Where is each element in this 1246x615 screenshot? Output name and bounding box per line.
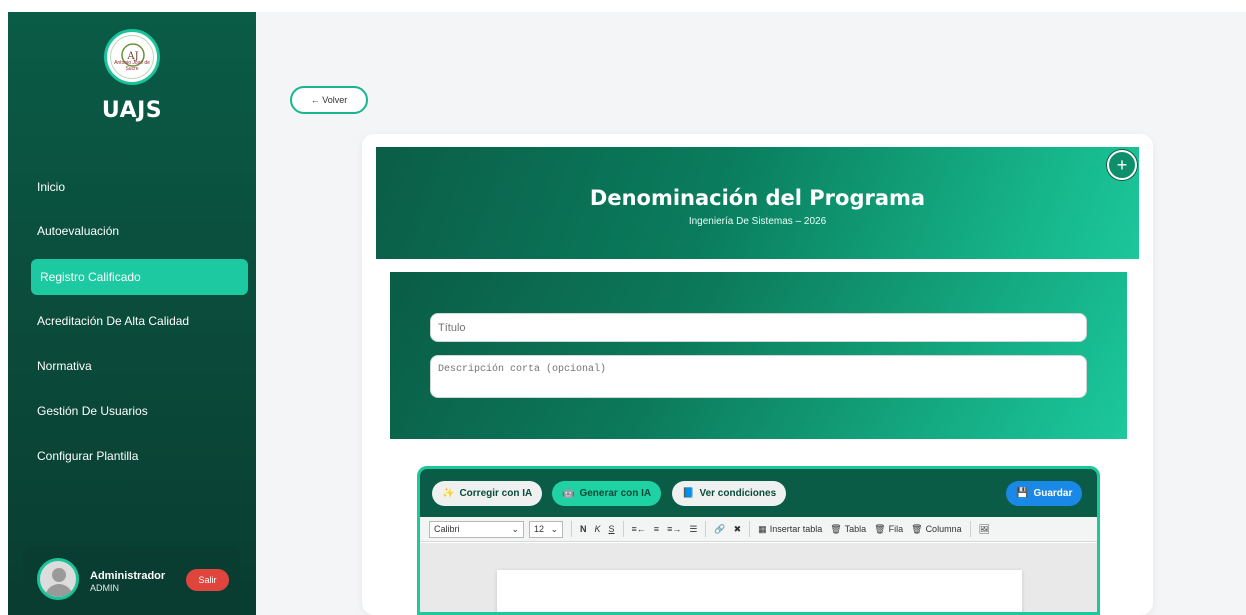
avatar-head-icon — [52, 568, 66, 582]
font-select[interactable]: Calibri ⌄ — [429, 520, 524, 538]
chevron-down-icon: ⌄ — [550, 523, 558, 534]
description-input[interactable] — [430, 355, 1087, 398]
link-icon[interactable]: 🔗 — [714, 524, 725, 535]
size-value: 12 — [534, 524, 545, 534]
correct-ai-button[interactable]: ✨ Corregir con IA — [432, 481, 543, 506]
format-toolbar: Calibri ⌄ 12 ⌄ N K S ≡← ≡ ≡→ ☰ 🔗 ✖ ▦ Ins… — [420, 517, 1097, 542]
sidebar-item-gestion-usuarios[interactable]: Gestión De Usuarios — [30, 393, 248, 429]
save-button[interactable]: 💾 Guardar — [1006, 481, 1083, 506]
page-subtitle: Ingeniería De Sistemas – 2026 — [688, 216, 827, 227]
brand-name: UAJS — [101, 98, 163, 123]
university-logo: AJ Antonio José de Sucre — [104, 29, 160, 85]
view-conditions-label: Ver condiciones — [699, 488, 777, 499]
avatar-body-icon — [45, 584, 73, 597]
toolbar-divider — [622, 521, 624, 537]
sidebar-item-configurar-plantilla[interactable]: Configurar Plantilla — [30, 438, 248, 474]
strike-button[interactable]: S — [609, 524, 615, 534]
delete-row-button[interactable]: 🗑 Fila — [874, 524, 903, 535]
delete-column-button[interactable]: 🗑 Columna — [911, 524, 961, 535]
user-role: ADMIN — [90, 583, 119, 593]
trash-icon: 🗑 — [874, 523, 886, 534]
book-icon: 📘 — [682, 488, 695, 499]
sidebar-item-autoevaluacion[interactable]: Autoevaluación — [30, 213, 248, 249]
toolbar-divider — [749, 521, 751, 537]
trash-icon: 🗑 — [830, 523, 842, 534]
insert-table-button[interactable]: ▦ Insertar tabla — [758, 524, 822, 535]
avatar — [37, 558, 79, 600]
add-button[interactable]: + — [1107, 150, 1137, 180]
toolbar-divider — [705, 521, 707, 537]
editor-canvas — [420, 543, 1097, 612]
back-button[interactable]: ← Volver — [290, 86, 368, 114]
logo-seal-icon: AJ — [121, 43, 145, 67]
sidebar-item-acreditacion[interactable]: Acreditación De Alta Calidad — [30, 303, 248, 339]
align-left-icon[interactable]: ≡← — [632, 524, 646, 534]
correct-ai-label: Corregir con IA — [459, 488, 533, 499]
document-page[interactable] — [497, 570, 1022, 612]
logo-text: Antonio José de Sucre — [114, 60, 150, 72]
align-justify-icon[interactable]: ☰ — [689, 524, 697, 535]
rich-text-editor: ✨ Corregir con IA 🤖 Generar con IA 📘 Ver… — [417, 466, 1100, 615]
logo-emblem: AJ Antonio José de Sucre — [110, 35, 154, 79]
trash-icon: 🗑 — [911, 523, 923, 534]
delete-row-label: Fila — [888, 524, 904, 534]
table-icon: ▦ — [758, 523, 767, 534]
font-value: Calibri — [434, 524, 460, 534]
toolbar-divider — [969, 521, 971, 537]
toolbar-divider — [571, 521, 572, 537]
page-title: Denominación del Programa — [589, 186, 926, 210]
logout-button[interactable]: Salir — [186, 569, 229, 591]
view-conditions-button[interactable]: 📘 Ver condiciones — [672, 481, 787, 506]
sparkle-icon: ✨ — [442, 488, 455, 499]
clear-format-icon[interactable]: ✖ — [734, 524, 742, 535]
sidebar-item-normativa[interactable]: Normativa — [30, 348, 248, 384]
chevron-down-icon: ⌄ — [511, 523, 519, 534]
generate-ai-label: Generar con IA — [579, 488, 652, 499]
sidebar: AJ Antonio José de Sucre UAJS Inicio Aut… — [8, 12, 256, 615]
generate-ai-button[interactable]: 🤖 Generar con IA — [552, 481, 662, 506]
save-icon: 💾 — [1016, 488, 1029, 499]
title-input[interactable] — [430, 313, 1087, 342]
italic-button[interactable]: K — [595, 524, 601, 534]
user-name: Administrador — [90, 570, 166, 582]
save-label: Guardar — [1033, 488, 1073, 499]
align-right-icon[interactable]: ≡→ — [667, 524, 681, 534]
delete-table-button[interactable]: 🗑 Tabla — [830, 524, 866, 535]
robot-icon: 🤖 — [562, 488, 575, 499]
bold-button[interactable]: N — [580, 524, 587, 534]
insert-table-label: Insertar tabla — [769, 524, 823, 534]
delete-column-label: Columna — [925, 524, 962, 534]
size-select[interactable]: 12 ⌄ — [529, 520, 563, 538]
user-card: Administrador ADMIN Salir — [23, 546, 240, 615]
sidebar-item-registro-calificado[interactable]: Registro Calificado — [31, 259, 248, 295]
delete-table-label: Tabla — [844, 524, 867, 534]
sidebar-item-inicio[interactable]: Inicio — [30, 169, 248, 205]
editor-action-bar: ✨ Corregir con IA 🤖 Generar con IA 📘 Ver… — [420, 469, 1097, 517]
align-center-icon[interactable]: ≡ — [654, 524, 659, 534]
insert-image-icon[interactable]: 🖼 — [979, 524, 990, 535]
